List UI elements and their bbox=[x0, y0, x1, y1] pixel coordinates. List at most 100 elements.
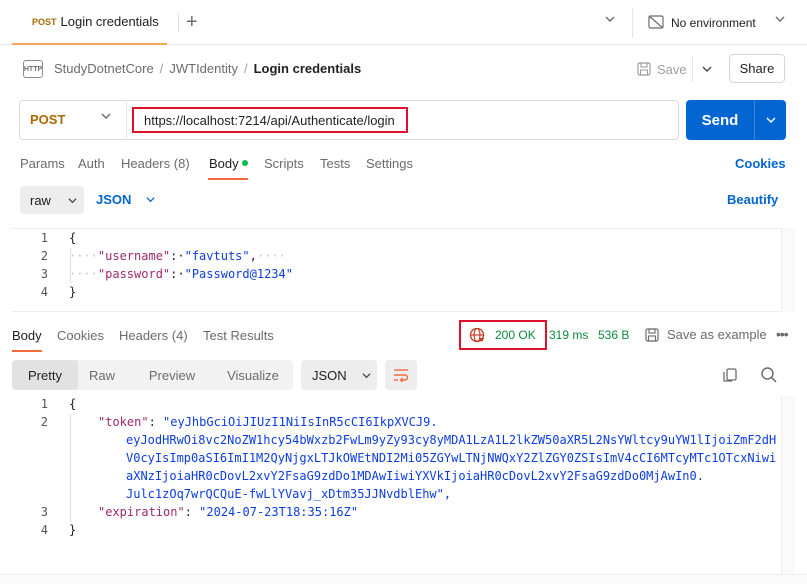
tab-headers-count: (8) bbox=[173, 156, 190, 171]
save-icon bbox=[645, 327, 659, 342]
code-line-wrapped: V0cyIsImp0aSI6ImI1M2QyNjgxLTJkOWEtNDI2Mi… bbox=[126, 451, 777, 465]
body-language-select[interactable]: JSON bbox=[96, 192, 156, 207]
line-number: 4 bbox=[40, 523, 48, 537]
chevron-down-icon[interactable] bbox=[774, 13, 786, 28]
save-button[interactable]: Save bbox=[637, 56, 687, 82]
breadcrumb-separator: / bbox=[243, 61, 248, 76]
save-as-example-label: Save as example bbox=[667, 327, 767, 342]
tab-headers[interactable]: Headers (8) bbox=[121, 156, 190, 171]
line-number: 2 bbox=[40, 249, 48, 263]
code-line-wrapped: eyJodHRwOi8vc2NoZW1hcy54bWxzb2FwLm9yZy93… bbox=[126, 433, 777, 447]
save-icon bbox=[637, 62, 651, 76]
line-number: 1 bbox=[40, 231, 48, 245]
search-icon[interactable] bbox=[760, 366, 778, 384]
method-divider bbox=[126, 100, 127, 140]
code-line: ····"password":·"Password@1234" bbox=[69, 267, 293, 281]
body-language-value: JSON bbox=[96, 192, 132, 207]
tab-auth[interactable]: Auth bbox=[78, 156, 105, 171]
json-value: "Password@1234" bbox=[184, 267, 293, 281]
plus-icon[interactable]: + bbox=[186, 11, 198, 33]
env-divider bbox=[632, 8, 633, 38]
line-number: 1 bbox=[40, 397, 48, 411]
response-tab-cookies[interactable]: Cookies bbox=[57, 328, 104, 343]
copy-icon[interactable] bbox=[721, 366, 739, 384]
request-tab[interactable]: POST Login credentials bbox=[12, 0, 167, 45]
response-language-value: JSON bbox=[312, 367, 347, 383]
cookies-link[interactable]: Cookies bbox=[735, 156, 786, 171]
response-tab-body[interactable]: Body bbox=[12, 328, 42, 343]
view-pretty-button[interactable]: Pretty bbox=[12, 360, 78, 390]
no-environment-icon bbox=[648, 15, 664, 29]
line-number: 4 bbox=[40, 285, 48, 299]
method-select[interactable]: POST bbox=[30, 112, 65, 127]
response-size[interactable]: 536 B bbox=[598, 328, 629, 342]
json-key: "password" bbox=[97, 267, 171, 281]
chevron-down-icon bbox=[702, 66, 711, 72]
response-tab-headers-count: (4) bbox=[171, 328, 188, 343]
view-raw-button[interactable]: Raw bbox=[78, 360, 126, 390]
chevron-down-icon bbox=[68, 197, 77, 203]
request-editor-scrollbar[interactable] bbox=[781, 228, 795, 312]
json-key: "username" bbox=[97, 249, 171, 263]
tab-tests[interactable]: Tests bbox=[320, 156, 350, 171]
tab-divider bbox=[178, 14, 179, 32]
send-button[interactable]: Send bbox=[686, 100, 786, 140]
indent-guide bbox=[70, 414, 71, 522]
json-value: "eyJhbGciOiJIUzI1NiIsInR5cCI6IkpXVCJ9. bbox=[163, 415, 438, 429]
chevron-down-icon[interactable] bbox=[604, 13, 616, 28]
request-tab-title: Login credentials bbox=[60, 14, 159, 29]
bottom-scrollbar[interactable] bbox=[0, 574, 807, 584]
response-tab-headers-label: Headers bbox=[119, 328, 169, 343]
chevron-down-icon[interactable] bbox=[100, 110, 112, 125]
response-language-select[interactable]: JSON bbox=[301, 360, 377, 390]
tab-settings[interactable]: Settings bbox=[366, 156, 413, 171]
chevron-down-icon bbox=[362, 372, 371, 378]
breadcrumb-folder[interactable]: JWTIdentity bbox=[169, 61, 238, 76]
code-line: } bbox=[69, 285, 77, 299]
code-line: "expiration": "2024-07-23T18:35:16Z" bbox=[98, 505, 359, 519]
wrap-lines-icon bbox=[394, 369, 409, 382]
line-number: 3 bbox=[40, 505, 48, 519]
response-tab-body-underline bbox=[12, 350, 42, 352]
url-input[interactable]: https://localhost:7214/api/Authenticate/… bbox=[132, 107, 408, 133]
body-mode-select[interactable]: raw bbox=[20, 186, 84, 214]
environment-selector[interactable]: No environment bbox=[671, 16, 756, 30]
breadcrumb-collection[interactable]: StudyDotnetCore bbox=[54, 61, 154, 76]
network-globe-icon bbox=[469, 327, 485, 343]
chevron-down-icon[interactable] bbox=[755, 100, 786, 140]
json-value: "favtuts" bbox=[184, 249, 250, 263]
code-line: "token": "eyJhbGciOiJIUzI1NiIsInR5cCI6Ik… bbox=[98, 415, 438, 429]
save-label: Save bbox=[657, 61, 687, 77]
save-menu-button[interactable] bbox=[692, 56, 720, 82]
chevron-down-icon bbox=[146, 197, 156, 203]
response-tab-headers[interactable]: Headers (4) bbox=[119, 328, 188, 343]
view-preview-button[interactable]: Preview bbox=[140, 360, 204, 390]
request-tab-method: POST bbox=[32, 16, 57, 27]
response-editor-scrollbar[interactable] bbox=[781, 396, 795, 574]
tab-params[interactable]: Params bbox=[20, 156, 65, 171]
tab-scripts[interactable]: Scripts bbox=[264, 156, 304, 171]
code-line: ····"username":·"favtuts",···· bbox=[69, 249, 286, 263]
response-tab-test-results[interactable]: Test Results bbox=[203, 328, 274, 343]
code-line: } bbox=[69, 523, 77, 537]
json-value: "2024-07-23T18:35:16Z" bbox=[199, 505, 359, 519]
share-button[interactable]: Share bbox=[729, 54, 785, 83]
response-view-toggle: Pretty Raw Preview Visualize bbox=[12, 360, 293, 390]
wrap-lines-button[interactable] bbox=[385, 360, 417, 390]
save-as-example-button[interactable]: Save as example bbox=[645, 327, 767, 342]
line-number: 3 bbox=[40, 267, 48, 281]
code-line-wrapped: Julc1zOq7wrQCQuE-fwLlYVavj_xDtm35JJNvdbl… bbox=[126, 487, 452, 501]
status-badge[interactable]: 200 OK bbox=[459, 320, 547, 350]
body-indicator-dot bbox=[242, 160, 248, 166]
response-time[interactable]: 319 ms bbox=[549, 328, 588, 342]
breadcrumb-separator: / bbox=[159, 61, 164, 76]
more-options-icon[interactable]: ••• bbox=[776, 326, 789, 342]
view-visualize-button[interactable]: Visualize bbox=[217, 360, 289, 390]
beautify-link[interactable]: Beautify bbox=[727, 192, 778, 207]
tab-headers-label: Headers bbox=[121, 156, 171, 171]
tab-body-underline bbox=[208, 178, 248, 180]
tab-body[interactable]: Body bbox=[209, 156, 239, 171]
json-key: "token" bbox=[98, 415, 149, 429]
breadcrumb: StudyDotnetCore / JWTIdentity / Login cr… bbox=[54, 61, 361, 76]
breadcrumb-current[interactable]: Login credentials bbox=[254, 61, 362, 76]
